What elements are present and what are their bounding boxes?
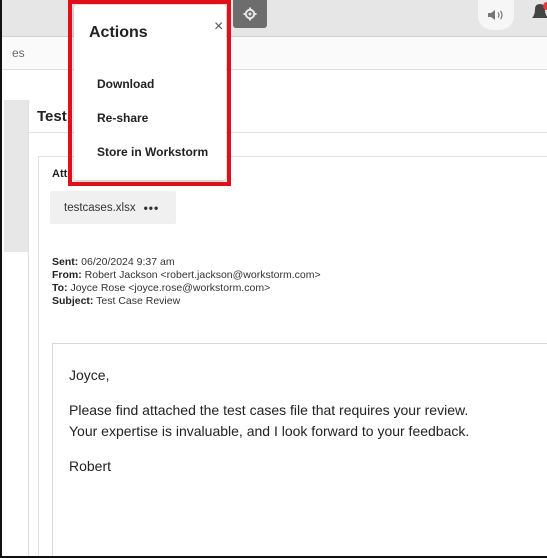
message-card: Att testcases.xlsx ••• Sent: 06/20/2024 …	[38, 156, 547, 556]
subject-value: Test Case Review	[96, 295, 181, 307]
body-line-2: Your expertise is invaluable, and I look…	[69, 423, 470, 439]
to-value: Joyce Rose <joyce.rose@workstorm.com>	[70, 282, 271, 294]
subject-row: Subject: Test Case Review	[52, 295, 321, 308]
tab-label[interactable]: es	[12, 46, 25, 60]
from-label: From:	[52, 269, 82, 281]
attachments-label: Att	[52, 168, 68, 180]
sent-label: Sent:	[52, 256, 79, 268]
volume-icon	[488, 10, 503, 20]
popup-title: Actions	[89, 24, 148, 41]
body-line-1: Please find attached the test cases file…	[69, 402, 469, 418]
app-window: es Test Att testcases.xlsx ••• Sent: 06/…	[0, 0, 547, 558]
page-title: Test	[37, 108, 67, 125]
message-body: Joyce, Please find attached the test cas…	[52, 343, 547, 556]
gear-icon	[243, 7, 257, 21]
left-sidebar	[4, 100, 28, 252]
settings-button[interactable]	[233, 0, 267, 28]
download-menu-item[interactable]: Download	[97, 77, 154, 91]
actions-popup: Actions × Download Re-share Store in Wor…	[74, 5, 226, 180]
to-label: To:	[52, 282, 68, 294]
store-in-workstorm-menu-item[interactable]: Store in Workstorm	[97, 145, 208, 159]
message-headers: Sent: 06/20/2024 9:37 am From: Robert Ja…	[52, 256, 321, 308]
to-row: To: Joyce Rose <joyce.rose@workstorm.com…	[52, 282, 321, 295]
sent-value: 06/20/2024 9:37 am	[81, 256, 175, 268]
attachment-filename[interactable]: testcases.xlsx	[64, 202, 136, 214]
attachment-chip[interactable]: testcases.xlsx •••	[50, 191, 176, 224]
greeting: Joyce,	[69, 367, 110, 383]
more-options-icon[interactable]: •••	[144, 201, 160, 215]
notification-badge	[543, 2, 547, 10]
from-row: From: Robert Jackson <robert.jackson@wor…	[52, 269, 321, 282]
close-icon[interactable]: ×	[214, 19, 223, 35]
message-body-text: Joyce, Please find attached the test cas…	[69, 365, 469, 491]
reshare-menu-item[interactable]: Re-share	[97, 111, 148, 125]
from-value: Robert Jackson <robert.jackson@workstorm…	[84, 269, 321, 281]
volume-button[interactable]	[478, 0, 514, 30]
subject-label: Subject:	[52, 295, 94, 307]
signature: Robert	[69, 458, 112, 474]
sent-row: Sent: 06/20/2024 9:37 am	[52, 256, 321, 269]
